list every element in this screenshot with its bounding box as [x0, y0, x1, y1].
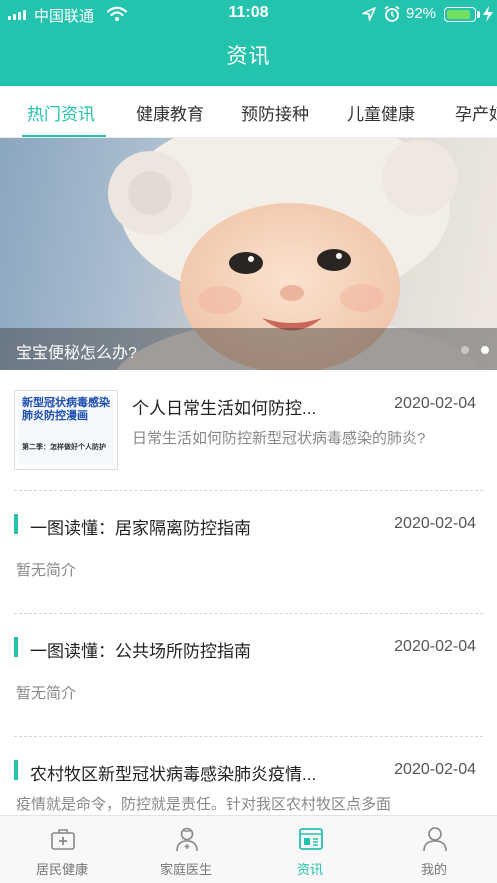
news-thumbnail: 新型冠状病毒感染肺炎防控漫画 第二季：怎样做好个人防护: [14, 390, 118, 470]
title-accent-bar: [14, 760, 18, 780]
status-bar: 中国联通 11:08 92%: [0, 0, 497, 28]
news-icon: [299, 828, 323, 850]
bottom-tab-bar: 居民健康 家庭医生 资讯 我的: [0, 815, 497, 883]
tab-maternal-health[interactable]: 孕产妇: [455, 100, 497, 125]
doctor-icon: [176, 827, 198, 852]
news-date: 2020-02-04: [394, 395, 476, 412]
user-icon: [423, 827, 447, 852]
battery-percent: 92%: [406, 5, 437, 22]
thumbnail-subline: 第二季：怎样做好个人防护: [22, 444, 106, 451]
carousel-dot-2[interactable]: [481, 346, 489, 354]
charging-bolt-icon: [483, 6, 493, 22]
news-summary: 日常生活如何防控新型冠状病毒感染的肺炎?: [132, 430, 426, 447]
battery-cap: [477, 11, 480, 18]
news-item[interactable]: 一图读懂：公共场所防控指南 2020-02-04 暂无简介: [0, 614, 497, 737]
battery-level: [447, 10, 470, 19]
news-item[interactable]: 一图读懂：居家隔离防控指南 2020-02-04 暂无简介: [0, 491, 497, 614]
banner-caption: 宝宝便秘怎么办?: [16, 345, 137, 362]
tab-child-health[interactable]: 儿童健康: [347, 100, 415, 125]
nav-mine[interactable]: 我的: [372, 816, 496, 883]
medical-kit-icon: [51, 829, 75, 850]
page-title: 资讯: [226, 45, 271, 68]
nav-label: 家庭医生: [159, 862, 212, 877]
news-summary: 疫情就是命令，防控就是责任。针对我区农村牧区点多面: [16, 796, 392, 813]
news-item[interactable]: 农村牧区新型冠状病毒感染肺炎疫情... 2020-02-04 疫情就是命令，防控…: [0, 737, 497, 815]
news-date: 2020-02-04: [394, 761, 476, 778]
nav-label: 资讯: [296, 862, 323, 877]
nav-label: 我的: [420, 862, 447, 877]
news-title: 一图读懂：公共场所防控指南: [30, 642, 251, 661]
news-date: 2020-02-04: [394, 638, 476, 655]
news-summary: 暂无简介: [16, 562, 77, 579]
category-tabs: 热门资讯 健康教育 预防接种 儿童健康 孕产妇: [0, 86, 497, 138]
news-title: 一图读懂：居家隔离防控指南: [30, 519, 251, 538]
nav-news[interactable]: 资讯: [248, 816, 372, 883]
tab-hot-news[interactable]: 热门资讯: [27, 100, 95, 125]
carousel-dot-1[interactable]: [461, 346, 469, 354]
news-title: 个人日常生活如何防控...: [132, 399, 317, 418]
alarm-clock-icon: [384, 5, 400, 22]
news-title: 农村牧区新型冠状病毒感染肺炎疫情...: [30, 765, 317, 784]
app-header: 中国联通 11:08 92% 资讯: [0, 0, 497, 86]
nav-resident-health[interactable]: 居民健康: [0, 816, 124, 883]
battery-icon: [444, 7, 476, 22]
title-accent-bar: [14, 637, 18, 657]
nav-family-doctor[interactable]: 家庭医生: [124, 816, 248, 883]
news-date: 2020-02-04: [394, 515, 476, 532]
news-summary: 暂无简介: [16, 685, 77, 702]
tab-vaccination[interactable]: 预防接种: [241, 100, 309, 125]
news-item[interactable]: 新型冠状病毒感染肺炎防控漫画 第二季：怎样做好个人防护 个人日常生活如何防控..…: [0, 370, 497, 491]
nav-label: 居民健康: [35, 862, 88, 877]
title-accent-bar: [14, 514, 18, 534]
thumbnail-artwork: 新型冠状病毒感染肺炎防控漫画 第二季：怎样做好个人防护: [18, 395, 114, 465]
banner-caption-bar: 宝宝便秘怎么办?: [0, 328, 497, 370]
thumbnail-headline: 新型冠状病毒感染肺炎防控漫画: [22, 397, 110, 422]
tab-health-education[interactable]: 健康教育: [136, 100, 204, 125]
banner-carousel[interactable]: 宝宝便秘怎么办?: [0, 138, 497, 370]
location-arrow-icon: [362, 7, 376, 21]
